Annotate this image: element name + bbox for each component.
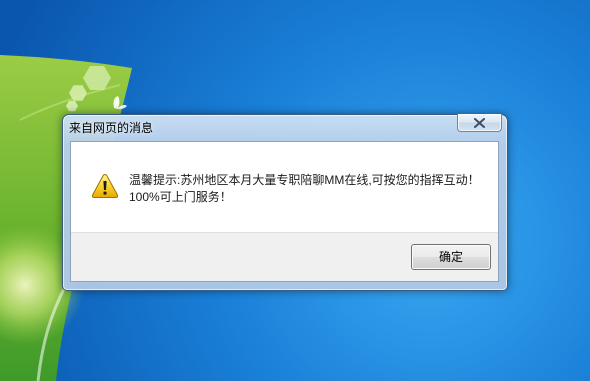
dialog-title: 来自网页的消息 [69, 121, 154, 135]
message-line: 温馨提示:苏州地区本月大量专职陪聊MM在线,可按您的指挥互动！ [129, 173, 480, 187]
ok-button[interactable]: 确定 [411, 244, 491, 270]
message-area: 温馨提示:苏州地区本月大量专职陪聊MM在线,可按您的指挥互动！ 100%可上门服… [71, 142, 498, 232]
warning-icon [91, 173, 119, 198]
dialog-footer: 确定 [71, 232, 498, 281]
message-line: 100%可上门服务！ [129, 190, 232, 204]
dialog-title-bar[interactable]: 来自网页的消息 [63, 115, 507, 141]
message-dialog: 来自网页的消息 温馨提示:苏州地区本月大量专职陪聊MM在线,可按您的指挥互动！ … [62, 114, 508, 291]
close-icon [474, 118, 485, 128]
dialog-content: 温馨提示:苏州地区本月大量专职陪聊MM在线,可按您的指挥互动！ 100%可上门服… [70, 141, 499, 282]
message-text: 温馨提示:苏州地区本月大量专职陪聊MM在线,可按您的指挥互动！ 100%可上门服… [129, 172, 494, 206]
close-button[interactable] [457, 114, 502, 132]
